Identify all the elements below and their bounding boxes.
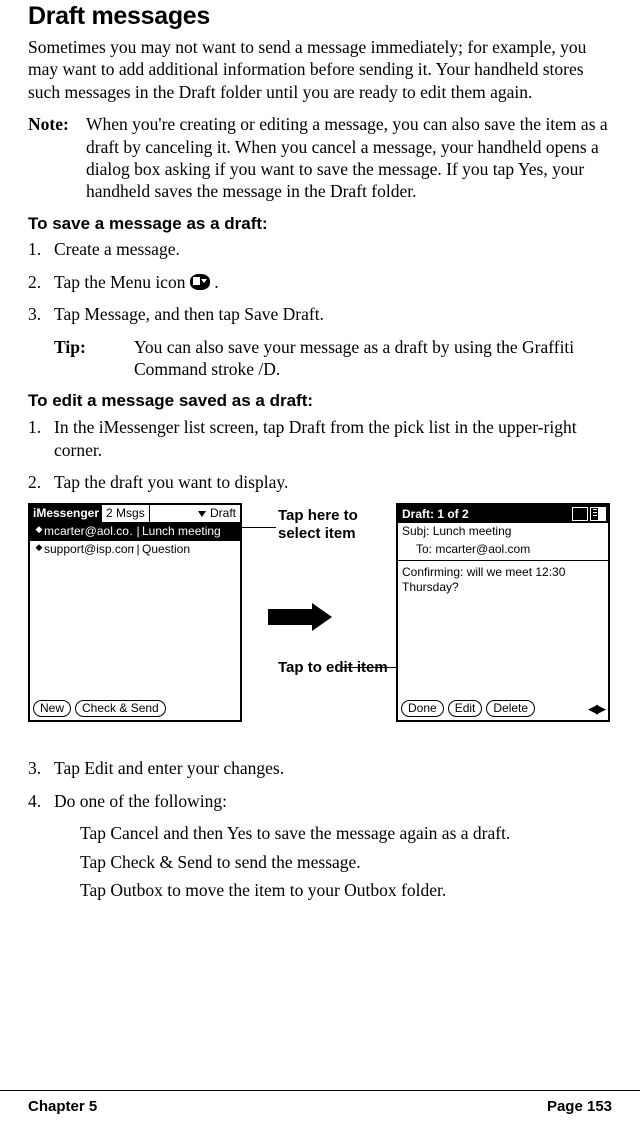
step-number: 3. xyxy=(28,303,54,325)
bullet-icon: ◆ xyxy=(34,524,44,539)
menu-icon xyxy=(190,274,210,290)
delete-button[interactable]: Delete xyxy=(486,700,535,717)
subject-label: Subj: xyxy=(402,524,429,538)
bullet-icon: ◆ xyxy=(34,542,44,557)
arrow-icon xyxy=(268,603,338,631)
step-text: Tap the draft you want to display. xyxy=(54,471,612,493)
leader-line xyxy=(240,527,276,528)
titlebar: iMessenger 2 Msgs Draft xyxy=(30,505,240,523)
save-heading: To save a message as a draft: xyxy=(28,213,612,235)
nav-arrows[interactable]: ◀▶ xyxy=(588,701,604,718)
step-number: 1. xyxy=(28,238,54,260)
screen-title: Draft: 1 of 2 xyxy=(400,507,570,522)
subject-field: Subj: Lunch meeting xyxy=(398,523,608,540)
section-heading: Draft messages xyxy=(28,0,612,32)
step-number: 1. xyxy=(28,416,54,461)
list-item-subject: Lunch meeting xyxy=(142,524,236,539)
note-label: Note: xyxy=(28,113,86,203)
titlebar: Draft: 1 of 2 xyxy=(398,505,608,523)
option-text: Tap Outbox to move the item to your Outb… xyxy=(80,879,612,901)
callout-select: Tap here to select item xyxy=(278,507,378,542)
step-text-post: . xyxy=(210,272,219,292)
dropdown-icon xyxy=(198,511,206,517)
list-screen: iMessenger 2 Msgs Draft ◆ mcarter@aol.co… xyxy=(28,503,242,722)
save-steps: 1. Create a message. 2. Tap the Menu ico… xyxy=(28,238,612,325)
step-number: 2. xyxy=(28,471,54,493)
step-number: 3. xyxy=(28,757,54,779)
folder-picklist[interactable]: Draft xyxy=(150,505,240,523)
edit-button[interactable]: Edit xyxy=(448,700,483,717)
note-body: When you're creating or editing a messag… xyxy=(86,113,612,203)
edit-steps: 1. In the iMessenger list screen, tap Dr… xyxy=(28,416,612,493)
app-title: iMessenger xyxy=(30,505,102,523)
message-body: Confirming: will we meet 12:30 Thursday? xyxy=(398,561,608,600)
note-block: Note: When you're creating or editing a … xyxy=(28,113,612,203)
step-number: 2. xyxy=(28,271,54,293)
list-item[interactable]: ◆ support@isp.com | Question xyxy=(30,541,240,558)
list-item[interactable]: ◆ mcarter@aol.co… | Lunch meeting xyxy=(30,523,240,540)
page-number: Page 153 xyxy=(547,1097,612,1116)
to-field: To: mcarter@aol.com xyxy=(398,541,608,558)
tip-body: You can also save your message as a draf… xyxy=(134,336,612,381)
view-icon[interactable] xyxy=(572,507,588,521)
done-button[interactable]: Done xyxy=(401,700,444,717)
list-item-from: mcarter@aol.co… xyxy=(44,524,134,539)
step-text: Tap Edit and enter your changes. xyxy=(54,757,612,779)
tip-block: Tip: You can also save your message as a… xyxy=(54,336,612,381)
step-text: Tap Message, and then tap Save Draft. xyxy=(54,303,612,325)
option-text: Tap Cancel and then Yes to save the mess… xyxy=(80,822,612,844)
edit-heading: To edit a message saved as a draft: xyxy=(28,390,612,412)
list-item-subject: Question xyxy=(142,542,236,557)
step-text: Do one of the following: xyxy=(54,790,612,812)
new-button[interactable]: New xyxy=(33,700,71,717)
step-text: In the iMessenger list screen, tap Draft… xyxy=(54,416,612,461)
folder-pick-label: Draft xyxy=(210,506,236,521)
check-send-button[interactable]: Check & Send xyxy=(75,700,166,717)
step-text-pre: Tap the Menu icon xyxy=(54,272,190,292)
option-text: Tap Check & Send to send the message. xyxy=(80,851,612,873)
to-value: mcarter@aol.com xyxy=(435,542,530,556)
step-text: Create a message. xyxy=(54,238,612,260)
chapter-label: Chapter 5 xyxy=(28,1097,97,1116)
step-number: 4. xyxy=(28,790,54,812)
page-footer: Chapter 5 Page 153 xyxy=(0,1090,640,1116)
to-label: To: xyxy=(416,542,432,556)
view-split-icon[interactable] xyxy=(590,507,606,521)
subject-value: Lunch meeting xyxy=(433,524,512,538)
intro-paragraph: Sometimes you may not want to send a mes… xyxy=(28,36,612,103)
tip-label: Tip: xyxy=(54,336,134,381)
message-count: 2 Msgs xyxy=(102,505,150,523)
figure: iMessenger 2 Msgs Draft ◆ mcarter@aol.co… xyxy=(28,503,612,743)
list-item-from: support@isp.com xyxy=(44,542,134,557)
step-text: Tap the Menu icon . xyxy=(54,271,612,293)
draft-screen: Draft: 1 of 2 Subj: Lunch meeting To: mc… xyxy=(396,503,610,722)
after-steps: 3. Tap Edit and enter your changes. 4. D… xyxy=(28,757,612,812)
